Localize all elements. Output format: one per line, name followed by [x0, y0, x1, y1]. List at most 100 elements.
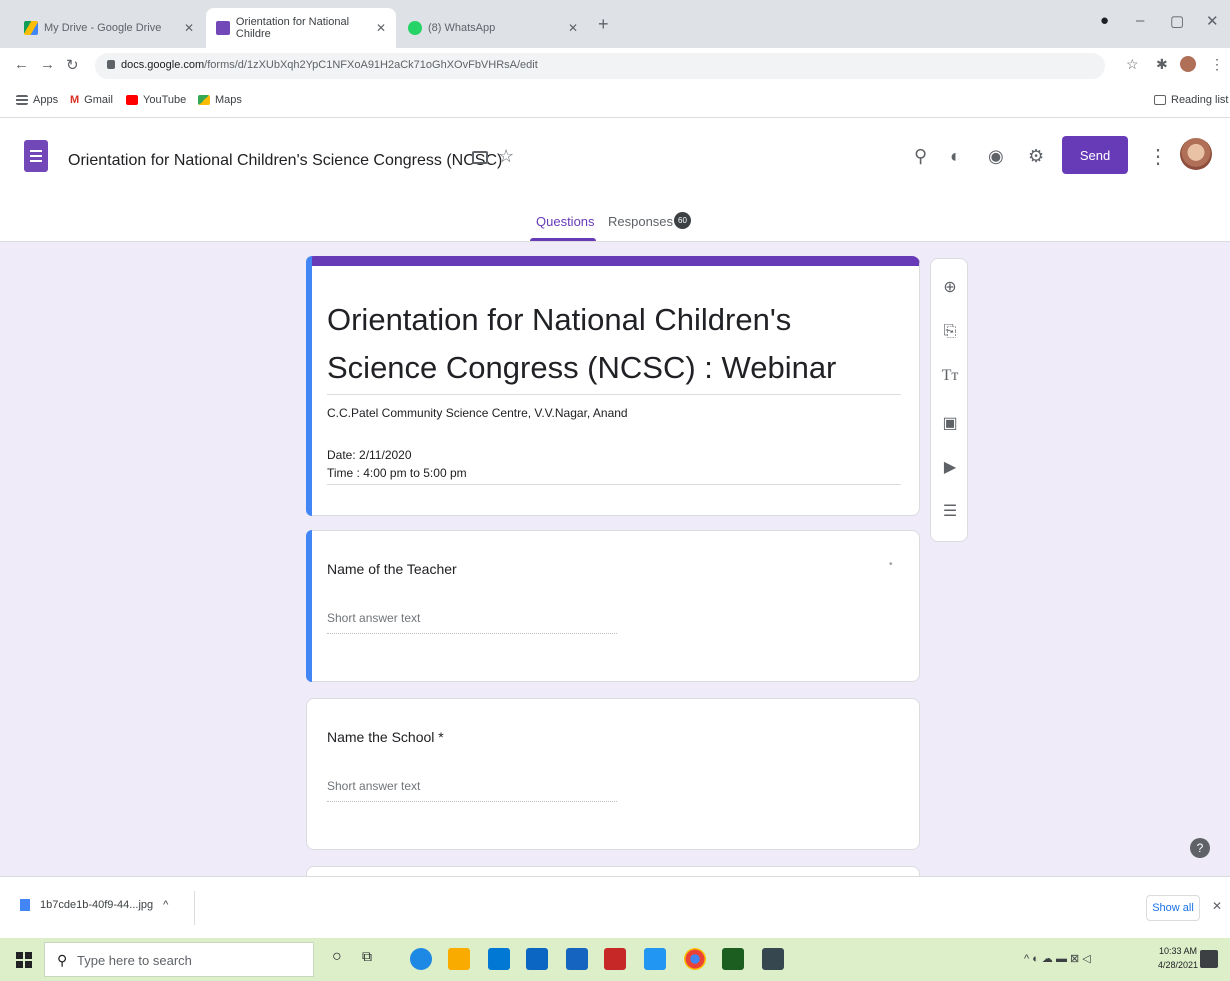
- download-shelf: 1b7cde1b-40f9-44...jpg ^ Show all ✕: [0, 876, 1230, 938]
- folder-icon[interactable]: [472, 151, 488, 164]
- window-close-icon[interactable]: ✕: [1206, 12, 1219, 30]
- url-path: /forms/d/1zXUbXqh2YpC1NFXoA91H2aCk71oGhX…: [204, 59, 538, 71]
- address-toolbar: ← → ↻ docs.google.com/forms/d/1zXUbXqh2Y…: [0, 48, 1230, 84]
- gmail-icon: M: [70, 94, 80, 106]
- photos-icon[interactable]: [762, 948, 784, 970]
- chrome-icon[interactable]: [684, 948, 706, 970]
- app-icon-blue[interactable]: [566, 948, 588, 970]
- question-card[interactable]: Name of the Teacher • Short answer text: [306, 530, 920, 682]
- extensions-icon[interactable]: ✱: [1156, 56, 1168, 73]
- question-card[interactable]: [306, 866, 920, 876]
- clock-date: 4/28/2021: [1158, 960, 1199, 970]
- maps-icon: [198, 95, 210, 105]
- tab-title: My Drive - Google Drive: [44, 22, 162, 34]
- tab-google-drive[interactable]: My Drive - Google Drive ✕: [14, 8, 204, 48]
- star-icon[interactable]: ☆: [498, 146, 514, 167]
- bookmark-star-icon[interactable]: ☆: [1126, 56, 1139, 73]
- lock-icon: [107, 60, 115, 69]
- bookmark-label: YouTube: [143, 94, 187, 106]
- app-icon-shield[interactable]: [604, 948, 626, 970]
- chrome-menu-icon[interactable]: ⋮: [1210, 56, 1224, 73]
- download-item[interactable]: 1b7cde1b-40f9-44...jpg ^: [20, 899, 168, 911]
- close-tab-icon[interactable]: ✕: [376, 21, 386, 35]
- import-questions-icon[interactable]: ⎘: [931, 323, 969, 341]
- bookmark-gmail[interactable]: M Gmail: [70, 94, 113, 106]
- preview-eye-icon[interactable]: ◉: [988, 146, 1004, 167]
- store-icon[interactable]: [488, 948, 510, 970]
- add-ons-icon[interactable]: ⚲: [914, 146, 927, 167]
- close-tab-icon[interactable]: ✕: [568, 21, 578, 35]
- reading-list-label: Reading list: [1171, 94, 1229, 106]
- tab-forms[interactable]: Orientation for National Childre ✕: [206, 8, 396, 48]
- active-card-indicator: [306, 530, 312, 682]
- task-view-icon[interactable]: ⧉: [362, 948, 384, 970]
- tab-questions[interactable]: Questions: [536, 214, 595, 229]
- maximize-icon[interactable]: ▢: [1170, 12, 1184, 30]
- taskbar-search-input[interactable]: ⚲ Type here to search: [44, 942, 314, 977]
- app-icon-l[interactable]: [526, 948, 548, 970]
- show-all-button[interactable]: Show all: [1146, 895, 1200, 921]
- document-title[interactable]: Orientation for National Children's Scie…: [68, 152, 502, 170]
- app-icon-mail[interactable]: [644, 948, 666, 970]
- windows-start-icon[interactable]: [16, 952, 32, 968]
- active-tab-indicator: [530, 238, 596, 241]
- new-tab-button[interactable]: +: [598, 14, 609, 35]
- form-description[interactable]: C.C.Patel Community Science Centre, V.V.…: [327, 406, 628, 420]
- question-title[interactable]: Name of the Teacher: [327, 561, 457, 577]
- short-answer-placeholder: Short answer text: [327, 611, 421, 625]
- bookmark-youtube[interactable]: YouTube: [126, 94, 186, 106]
- cortana-icon[interactable]: ○: [332, 948, 354, 970]
- add-image-icon[interactable]: ▣: [931, 413, 969, 433]
- google-forms-logo-icon[interactable]: [24, 140, 48, 172]
- bookmark-label: Gmail: [84, 94, 113, 106]
- tab-title: (8) WhatsApp: [428, 22, 496, 34]
- app-icon-excel[interactable]: [722, 948, 744, 970]
- form-title-card[interactable]: Orientation for National Children's Scie…: [306, 256, 920, 516]
- question-card[interactable]: Name the School * Short answer text: [306, 698, 920, 850]
- bookmarks-bar: Apps M Gmail YouTube Maps Reading list: [0, 84, 1230, 118]
- send-button[interactable]: Send: [1062, 136, 1128, 174]
- form-canvas: Orientation for National Children's Scie…: [0, 242, 1230, 876]
- form-time[interactable]: Time : 4:00 pm to 5:00 pm: [327, 466, 467, 480]
- tab-whatsapp[interactable]: (8) WhatsApp ✕: [398, 8, 588, 48]
- minimize-icon[interactable]: –: [1136, 12, 1144, 29]
- close-tab-icon[interactable]: ✕: [184, 21, 194, 35]
- drag-handle-icon[interactable]: •: [889, 559, 893, 570]
- question-title[interactable]: Name the School *: [327, 729, 444, 745]
- form-title-text[interactable]: Orientation for National Children's Scie…: [327, 296, 887, 392]
- bookmark-maps[interactable]: Maps: [198, 94, 242, 106]
- add-video-icon[interactable]: ▶: [931, 457, 969, 477]
- forward-icon[interactable]: →: [40, 56, 55, 73]
- download-file-name: 1b7cde1b-40f9-44...jpg: [40, 899, 154, 911]
- form-date[interactable]: Date: 2/11/2020: [327, 448, 412, 462]
- settings-gear-icon[interactable]: ⚙: [1028, 146, 1044, 167]
- avatar[interactable]: [1180, 138, 1212, 170]
- reading-list-button[interactable]: Reading list: [1154, 94, 1228, 106]
- profile-avatar-icon[interactable]: [1180, 56, 1196, 72]
- file-explorer-icon[interactable]: [448, 948, 470, 970]
- edge-icon[interactable]: [410, 948, 432, 970]
- bookmark-apps[interactable]: Apps: [16, 94, 58, 106]
- forms-icon: [216, 21, 230, 35]
- system-tray-icons[interactable]: ^ ◐ ☁ ▬ ⊠ ◁: [1024, 952, 1091, 965]
- browser-tab-strip: My Drive - Google Drive ✕ Orientation fo…: [0, 0, 1230, 48]
- drive-icon: [24, 21, 38, 35]
- profile-dot-icon[interactable]: ●: [1100, 12, 1109, 29]
- more-options-icon[interactable]: ⋮: [1148, 144, 1168, 169]
- reload-icon[interactable]: ↻: [66, 56, 79, 74]
- add-title-icon[interactable]: Tт: [931, 367, 969, 385]
- taskbar-clock[interactable]: 10:33 AM 4/28/2021: [1158, 944, 1198, 972]
- divider: [327, 484, 901, 485]
- address-bar[interactable]: docs.google.com/forms/d/1zXUbXqh2YpC1NFX…: [95, 53, 1105, 79]
- add-question-icon[interactable]: ⊕: [931, 277, 969, 297]
- back-icon[interactable]: ←: [14, 56, 29, 73]
- add-section-icon[interactable]: ☰: [931, 501, 969, 521]
- whatsapp-icon: [408, 21, 422, 35]
- help-icon[interactable]: ?: [1190, 838, 1210, 858]
- chevron-up-icon[interactable]: ^: [163, 899, 168, 911]
- notification-icon[interactable]: [1200, 950, 1218, 968]
- customize-theme-icon[interactable]: ◐: [950, 146, 961, 167]
- close-shelf-icon[interactable]: ✕: [1212, 899, 1222, 913]
- active-card-indicator: [306, 256, 312, 516]
- tab-responses[interactable]: Responses: [608, 214, 673, 229]
